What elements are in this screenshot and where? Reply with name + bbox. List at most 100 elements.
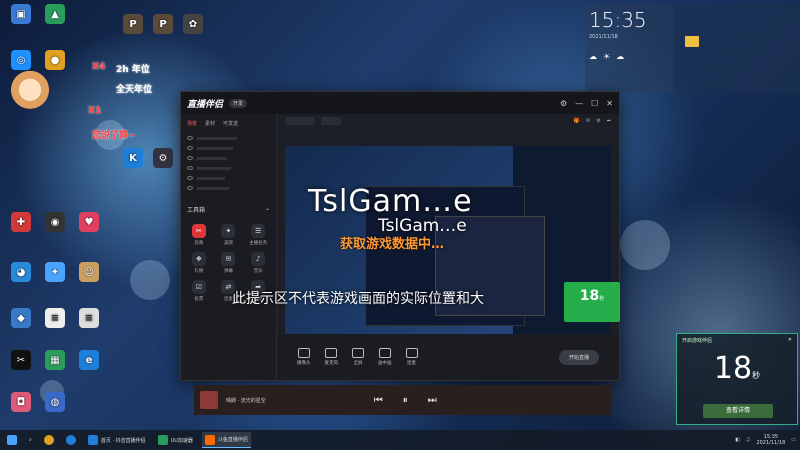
eye-icon[interactable] (187, 166, 193, 170)
next-icon[interactable]: ⏭ (428, 395, 437, 406)
scene-row[interactable] (181, 153, 276, 163)
notification-icon[interactable]: ▭ (791, 437, 796, 443)
tab-send[interactable]: 可发送 (223, 120, 238, 127)
camera-button[interactable]: 摄像头 (297, 348, 311, 366)
network-icon[interactable]: ◧ (735, 437, 740, 443)
desktop-icon[interactable]: P (116, 14, 150, 36)
cloud-icon: ☁ (589, 52, 597, 61)
start-button[interactable] (4, 432, 20, 448)
taskbar-item[interactable]: UU加速器 (155, 432, 196, 448)
vote-icon: ☑ (191, 280, 206, 294)
douyu-icon (204, 434, 215, 445)
fullscreen-icon (352, 348, 364, 358)
search-button[interactable]: ⌕ (26, 432, 35, 448)
scene-row[interactable] (181, 133, 276, 143)
mail-icon[interactable]: ✉ (586, 118, 590, 124)
timer-small-unit: 秒 (599, 296, 605, 302)
scene-row[interactable] (181, 183, 276, 193)
desktop-icon[interactable]: ◘ (4, 392, 38, 414)
desktop-icon[interactable]: ◕ (4, 262, 38, 284)
scene-row[interactable] (181, 143, 276, 153)
button-label: 麦克风 (324, 361, 339, 366)
desktop-icon[interactable]: ✂ (4, 350, 38, 372)
desktop-icon[interactable]: ♥ (72, 212, 106, 234)
close-icon[interactable]: ✕ (788, 337, 792, 344)
tool-label: 主播任务 (249, 241, 268, 246)
scene-row[interactable] (181, 163, 276, 173)
tool-item[interactable]: ☰ 主播任务 (246, 224, 270, 246)
tray-clock[interactable]: 15:35 2021/11/18 (756, 434, 785, 446)
button-label: 连麦 (407, 361, 416, 366)
desktop-icon[interactable]: ✚ (4, 212, 38, 234)
clock-widget[interactable]: 15:35 2021/11/18 ☁ ☀ ☁ (585, 4, 673, 92)
tool-item[interactable]: ♪ 音乐 (246, 252, 270, 274)
volume-icon[interactable]: ♫ (746, 437, 750, 443)
desktop-icon[interactable]: ▲ (38, 4, 72, 26)
eye-icon[interactable] (187, 186, 193, 190)
desktop-icon[interactable]: ☺ (72, 262, 106, 284)
eye-icon[interactable] (187, 146, 193, 150)
pip-button[interactable]: 画中画 (378, 348, 392, 366)
desktop-icon[interactable]: ◉ (38, 212, 72, 234)
chevron-icon[interactable]: ⌄ (265, 205, 270, 214)
desktop-icon[interactable]: K (116, 148, 150, 170)
weather-icons: ☁ ☀ ☁ (589, 52, 669, 61)
desktop-icon[interactable]: ▣ (4, 4, 38, 26)
desktop-icon[interactable]: P (146, 14, 180, 36)
eye-icon[interactable] (187, 136, 193, 140)
app-titlebar[interactable]: 直播伴侣 开发 ⚙ — ☐ ✕ (181, 92, 619, 114)
previous-icon[interactable]: ⏮ (374, 395, 383, 406)
desktop-icon[interactable]: ▦ (38, 350, 72, 372)
stream-preview[interactable] (285, 146, 611, 346)
settings-icon[interactable]: ⚙ (560, 99, 567, 108)
tool-label: 弹幕 (223, 269, 233, 274)
gear-icon[interactable]: ⚙ (596, 118, 600, 124)
fullscreen-button[interactable]: 全屏 (352, 348, 364, 366)
bokeh-light (620, 220, 670, 270)
share-icon[interactable]: ➦ (607, 118, 611, 124)
tool-item[interactable]: ✦ 美颜 (217, 224, 241, 246)
maximize-icon[interactable]: ☐ (591, 99, 598, 108)
desktop-icon[interactable]: ◆ (4, 308, 38, 330)
desktop-icon[interactable]: ≡ (72, 308, 106, 330)
app-icon: ◍ (45, 392, 65, 412)
folder-icon[interactable] (685, 36, 699, 47)
view-details-button[interactable]: 查看详情 (703, 404, 773, 418)
close-icon[interactable]: ✕ (606, 99, 613, 108)
mic-button[interactable]: 麦克风 (324, 348, 339, 366)
edge-icon: e (79, 350, 99, 370)
taskbar-item[interactable]: 斗鱼直播伴侣 (201, 432, 251, 448)
desktop-icon[interactable]: ✿ (176, 14, 210, 36)
connect-button[interactable]: 连麦 (405, 348, 418, 366)
tool-item[interactable]: ☑ 投票 (187, 280, 211, 302)
tab-material[interactable]: 素材 (205, 120, 215, 127)
pause-icon[interactable]: ⏸ (403, 395, 408, 406)
tool-item[interactable]: ✂ 剪裁 (187, 224, 211, 246)
taskbar-chrome[interactable] (41, 432, 57, 448)
minimize-icon[interactable]: — (575, 99, 583, 108)
desktop-icon[interactable]: ≡ (38, 308, 72, 330)
tool-item[interactable]: ❖ 礼物 (187, 252, 211, 274)
tools-title: 工具箱 (187, 207, 206, 214)
taskbar-item[interactable]: 首页 · 抖音直播伴侣 (85, 432, 149, 448)
toolbar-button[interactable] (285, 117, 315, 125)
toolbar-button[interactable] (321, 117, 341, 125)
side-panel-widget[interactable] (673, 4, 800, 94)
taskbar-edge[interactable] (63, 432, 79, 448)
eye-icon[interactable] (187, 176, 193, 180)
desktop-icon[interactable]: ◎ (4, 50, 38, 72)
app-icon: ⚙ (153, 148, 173, 168)
desktop-icon[interactable]: ● (38, 50, 72, 72)
tools-header: 工具箱 ⌄ (181, 199, 276, 220)
tab-scene[interactable]: 场景 (187, 120, 197, 127)
media-player: 晴朗 · 流光的星空 ⏮ ⏸ ⏭ (194, 385, 612, 415)
desktop-icon[interactable]: e (72, 350, 106, 372)
start-live-button[interactable]: 开始直播 (558, 349, 599, 365)
desktop-icon[interactable]: ✦ (38, 262, 72, 284)
desktop-icon[interactable]: ⚙ (146, 148, 180, 170)
scene-row[interactable] (181, 173, 276, 183)
gift-icon[interactable]: 🎁 (574, 118, 580, 124)
eye-icon[interactable] (187, 156, 193, 160)
desktop-icon[interactable]: ◍ (38, 392, 72, 414)
tool-item[interactable]: ✉ 弹幕 (217, 252, 241, 274)
